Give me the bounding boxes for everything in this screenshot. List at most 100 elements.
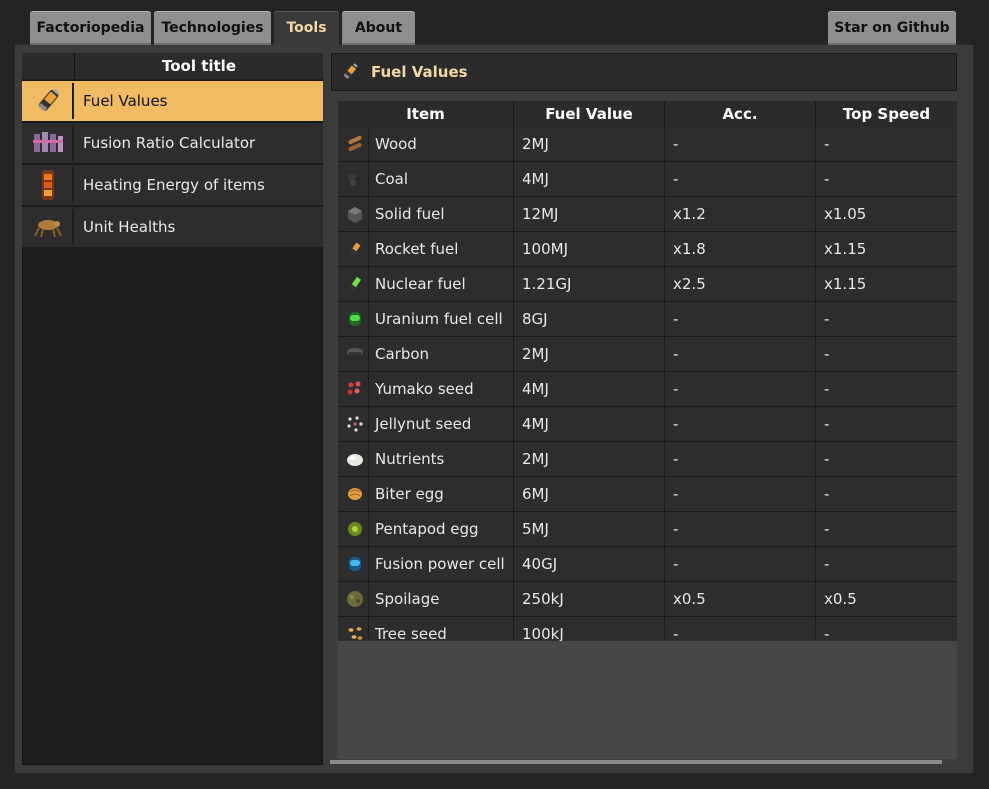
rocket-fuel-icon: [338, 231, 369, 267]
top-speed-value: -: [815, 161, 957, 197]
acceleration-value: -: [664, 127, 816, 162]
fuel-value: 2MJ: [513, 441, 665, 477]
acceleration-value: -: [664, 441, 816, 477]
fuel-value: 1.21GJ: [513, 266, 665, 302]
item-name: Spoilage: [368, 581, 514, 617]
wood-icon: [338, 127, 369, 162]
tool-list-header: Tool title: [22, 53, 323, 79]
top-speed-value: x0.5: [815, 581, 957, 617]
table-row: Biter egg 6MJ - -: [338, 476, 957, 512]
fuel-value: 100MJ: [513, 231, 665, 267]
tool-item-label: Fuel Values: [83, 92, 168, 110]
biter-icon: [24, 209, 74, 245]
item-name: Yumako seed: [368, 371, 514, 407]
fuel-value: 250kJ: [513, 581, 665, 617]
spoilage-icon: [338, 581, 369, 617]
fuel-value: 6MJ: [513, 476, 665, 512]
fuel-values-table: Item Fuel Value Acc. Top Speed Wood 2MJ - -…: [338, 101, 957, 652]
tool-item-heating-energy[interactable]: Heating Energy of items: [22, 164, 323, 205]
acceleration-value: x0.5: [664, 581, 816, 617]
biter-egg-icon: [338, 476, 369, 512]
fuel-value: 2MJ: [513, 127, 665, 162]
tab-technologies[interactable]: Technologies: [154, 11, 271, 45]
top-speed-value: x1.15: [815, 231, 957, 267]
yumako-seed-icon: [338, 371, 369, 407]
top-speed-value: x1.15: [815, 266, 957, 302]
tool-item-fuel-values[interactable]: Fuel Values: [22, 80, 323, 121]
star-on-github-button[interactable]: Star on Github: [828, 11, 956, 45]
table-row: Fusion power cell 40GJ - -: [338, 546, 957, 582]
fuel-value: 12MJ: [513, 196, 665, 232]
tab-factoriopedia[interactable]: Factoriopedia: [30, 11, 151, 45]
table-row: Spoilage 250kJ x0.5 x0.5: [338, 581, 957, 617]
tool-item-label: Fusion Ratio Calculator: [83, 134, 256, 152]
table-row: Uranium fuel cell 8GJ - -: [338, 301, 957, 337]
coal-icon: [338, 161, 369, 197]
fuel-value: 40GJ: [513, 546, 665, 582]
top-speed-value: x1.05: [815, 196, 957, 232]
rocket-fuel-icon: [339, 61, 361, 87]
table-row: Wood 2MJ - -: [338, 127, 957, 162]
table-row: Nuclear fuel 1.21GJ x2.5 x1.15: [338, 266, 957, 302]
panel-title: Fuel Values: [371, 63, 468, 81]
item-name: Solid fuel: [368, 196, 514, 232]
table-row: Carbon 2MJ - -: [338, 336, 957, 372]
item-name: Biter egg: [368, 476, 514, 512]
item-name: Jellynut seed: [368, 406, 514, 442]
fuel-value: 8GJ: [513, 301, 665, 337]
pentapod-egg-icon: [338, 511, 369, 547]
item-name: Pentapod egg: [368, 511, 514, 547]
column-header-acc[interactable]: Acc.: [664, 101, 816, 127]
tool-item-label: Heating Energy of items: [83, 176, 265, 194]
column-header-item[interactable]: Item: [338, 101, 514, 127]
nuclear-fuel-icon: [338, 266, 369, 302]
item-name: Nuclear fuel: [368, 266, 514, 302]
top-speed-value: -: [815, 371, 957, 407]
column-header-top-speed[interactable]: Top Speed: [815, 101, 957, 127]
fusion-reactor-icon: [24, 125, 74, 161]
tool-item-unit-healths[interactable]: Unit Healths: [22, 206, 323, 247]
panel-header: Fuel Values: [331, 53, 957, 91]
fuel-value: 5MJ: [513, 511, 665, 547]
tab-about[interactable]: About: [342, 11, 415, 45]
fuel-value: 4MJ: [513, 161, 665, 197]
table-row: Coal 4MJ - -: [338, 161, 957, 197]
carbon-icon: [338, 336, 369, 372]
top-speed-value: -: [815, 127, 957, 162]
item-name: Nutrients: [368, 441, 514, 477]
top-speed-value: -: [815, 406, 957, 442]
top-speed-value: -: [815, 511, 957, 547]
top-speed-value: -: [815, 336, 957, 372]
tool-title-header: Tool title: [161, 57, 236, 75]
rocket-fuel-icon: [24, 83, 74, 119]
acceleration-value: -: [664, 336, 816, 372]
acceleration-value: -: [664, 161, 816, 197]
item-name: Rocket fuel: [368, 231, 514, 267]
tool-list-panel: Tool title Fuel Values Fusion Ratio Calc…: [22, 53, 323, 765]
acceleration-value: -: [664, 371, 816, 407]
item-name: Uranium fuel cell: [368, 301, 514, 337]
uranium-fuel-cell-icon: [338, 301, 369, 337]
item-name: Wood: [368, 127, 514, 162]
tool-item-label: Unit Healths: [83, 218, 176, 236]
top-speed-value: -: [815, 476, 957, 512]
table-row: Rocket fuel 100MJ x1.8 x1.15: [338, 231, 957, 267]
top-speed-value: -: [815, 301, 957, 337]
heating-tower-icon: [24, 167, 74, 203]
top-speed-value: -: [815, 441, 957, 477]
column-header-fuel-value[interactable]: Fuel Value: [513, 101, 665, 127]
tool-item-fusion-ratio-calculator[interactable]: Fusion Ratio Calculator: [22, 122, 323, 163]
horizontal-scrollbar[interactable]: [330, 760, 942, 764]
nutrients-icon: [338, 441, 369, 477]
acceleration-value: -: [664, 546, 816, 582]
item-name: Fusion power cell: [368, 546, 514, 582]
top-speed-value: -: [815, 546, 957, 582]
table-header-row: Item Fuel Value Acc. Top Speed: [338, 101, 957, 127]
tab-tools[interactable]: Tools: [274, 11, 339, 45]
acceleration-value: -: [664, 511, 816, 547]
table-row: Pentapod egg 5MJ - -: [338, 511, 957, 547]
fuel-value: 2MJ: [513, 336, 665, 372]
acceleration-value: -: [664, 301, 816, 337]
item-name: Carbon: [368, 336, 514, 372]
acceleration-value: -: [664, 476, 816, 512]
